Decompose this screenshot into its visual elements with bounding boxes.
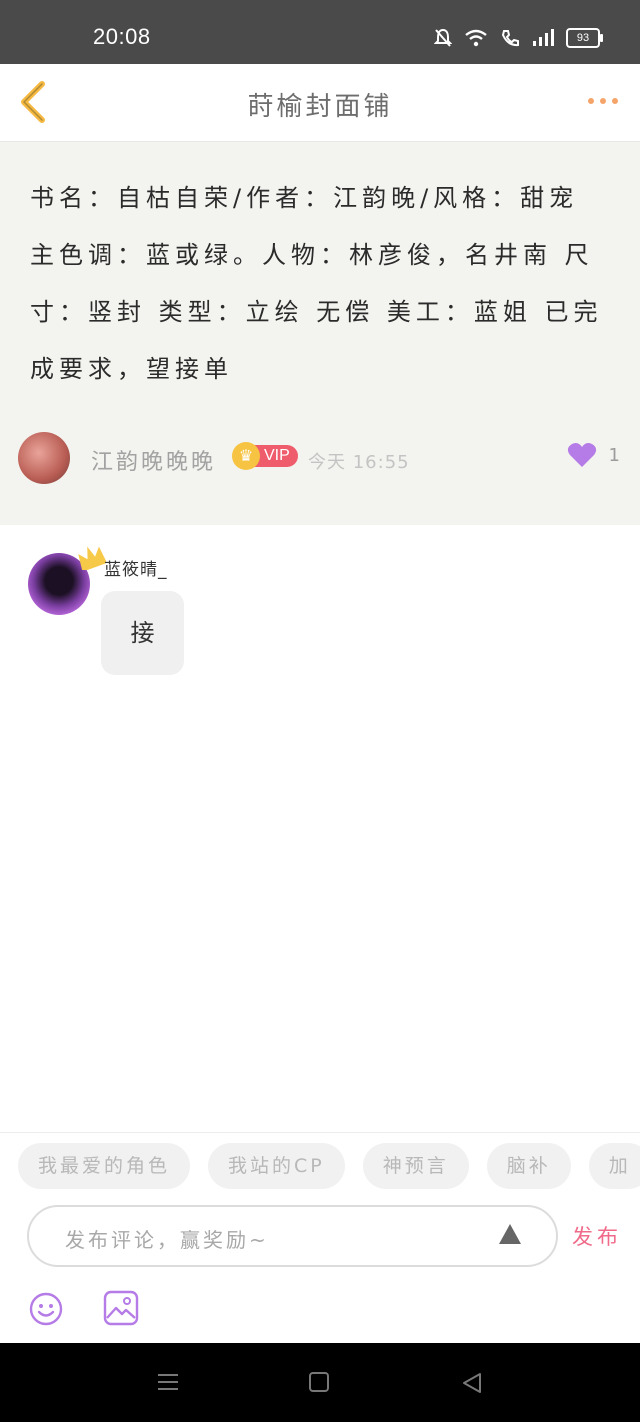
comment-placeholder: 发布评论，赢奖励~: [65, 1228, 269, 1252]
send-triangle-icon[interactable]: [498, 1223, 522, 1245]
commenter-name[interactable]: 蓝筱晴_: [104, 555, 168, 580]
chip-imagination[interactable]: 脑补: [486, 1143, 571, 1189]
battery-indicator: 93: [566, 28, 603, 48]
post-card: 书名：自枯自荣/作者：江韵晚/风格：甜宠 主色调：蓝或绿。人物：林彦俊，名井南 …: [0, 142, 640, 525]
comment-input[interactable]: 发布评论，赢奖励~: [27, 1205, 558, 1267]
emoji-icon[interactable]: [29, 1292, 63, 1326]
page-title: 莳榆封面铺: [247, 92, 393, 122]
like-icon: [567, 443, 596, 467]
menu-icon[interactable]: [156, 1373, 180, 1391]
status-icons: 93: [434, 28, 603, 48]
chip-my-cp[interactable]: 我站的CP: [208, 1143, 345, 1189]
author-avatar[interactable]: [18, 432, 70, 484]
publish-button[interactable]: 发布: [572, 1221, 622, 1251]
vip-crown-icon: ♛: [232, 442, 260, 470]
vip-badge: ♛ VIP: [232, 442, 298, 470]
chip-more[interactable]: 加: [588, 1143, 640, 1189]
like-count: 1: [608, 444, 620, 466]
image-icon[interactable]: [103, 1290, 139, 1326]
comment-composer: 我最爱的角色 我站的CP 神预言 脑补 加 发布评论，赢奖励~ 发布: [0, 1132, 640, 1344]
topic-chips: 我最爱的角色 我站的CP 神预言 脑补 加: [18, 1143, 640, 1189]
comment-bubble: 接: [101, 591, 184, 675]
author-name[interactable]: 江韵晚晚晚: [91, 444, 216, 476]
system-nav-bar: [0, 1343, 640, 1422]
chip-prophecy[interactable]: 神预言: [362, 1143, 469, 1189]
crown-icon: [78, 546, 106, 570]
post-content: 书名：自枯自荣/作者：江韵晚/风格：甜宠 主色调：蓝或绿。人物：林彦俊，名井南 …: [30, 184, 603, 383]
post-time: 今天 16:55: [308, 452, 410, 473]
call-icon: [501, 30, 519, 47]
chip-favorite-character[interactable]: 我最爱的角色: [18, 1143, 191, 1189]
more-icon[interactable]: [588, 98, 618, 104]
mute-bell-icon: [434, 28, 452, 47]
like-button[interactable]: 1: [567, 442, 620, 468]
status-bar: 20:08 93: [0, 0, 640, 64]
back-nav-icon[interactable]: [460, 1371, 484, 1395]
wifi-icon: [465, 29, 487, 47]
post-author-row: 江韵晚晚晚 ♛ VIP 今天 16:55 1: [18, 432, 628, 486]
status-time: 20:08: [93, 24, 151, 49]
home-icon[interactable]: [308, 1371, 330, 1393]
header: 莳榆封面铺: [0, 64, 640, 142]
signal-icon: [533, 29, 554, 46]
